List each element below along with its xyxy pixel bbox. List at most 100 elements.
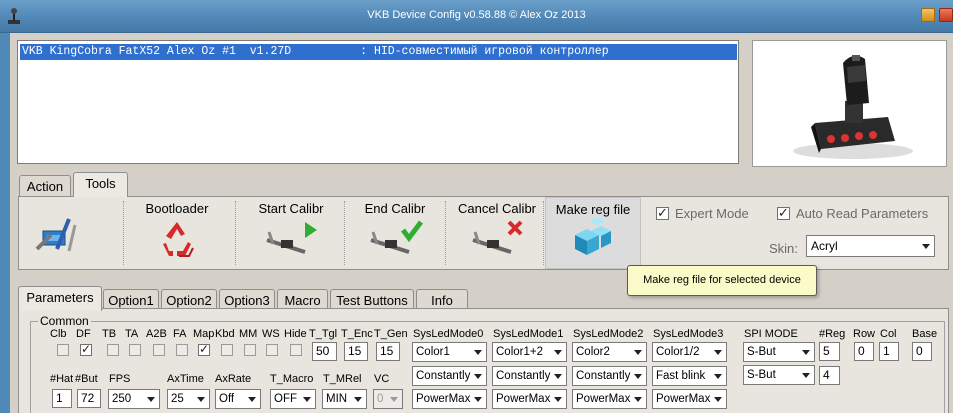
tab-tools[interactable]: Tools	[73, 172, 128, 197]
tab-action[interactable]: Action	[19, 175, 71, 197]
axtime-select[interactable]: 25	[167, 389, 210, 409]
t-macro-select[interactable]: OFF	[270, 389, 316, 409]
hdr-clb: Clb	[50, 328, 67, 340]
t-tgl-input[interactable]: 50	[312, 342, 337, 361]
but-input[interactable]: 72	[77, 389, 101, 408]
spi-mode-select-1[interactable]: S-But	[743, 342, 815, 362]
cancel-calibr-button[interactable]: Cancel Calibr	[443, 197, 551, 269]
chevron-down-icon	[474, 374, 482, 379]
skin-select[interactable]: Acryl	[806, 235, 935, 257]
sysledmode2-blink-select[interactable]: Constantly	[572, 366, 647, 386]
chevron-down-icon	[714, 397, 722, 402]
df-checkbox[interactable]	[80, 342, 92, 356]
end-calibr-button[interactable]: End Calibr	[347, 197, 443, 269]
t-gen-input[interactable]: 15	[376, 342, 400, 361]
expert-mode-label: Expert Mode	[675, 206, 749, 221]
device-image	[752, 40, 947, 167]
reg-input-1[interactable]: 5	[819, 342, 840, 361]
sysledmode1-blink-select[interactable]: Constantly	[492, 366, 567, 386]
joystick-image	[793, 55, 913, 159]
hdr-but: #But	[75, 373, 98, 385]
a2b-checkbox[interactable]	[153, 344, 165, 356]
chevron-down-icon	[248, 397, 256, 402]
expert-mode-checkbox[interactable]: Expert Mode	[656, 205, 749, 221]
sysledmode1-color-select[interactable]: Color1+2	[492, 342, 567, 362]
hdr-df: DF	[76, 328, 91, 340]
expert-mode-check[interactable]	[656, 205, 669, 221]
hdr-t-gen: T_Gen	[374, 328, 408, 340]
sysledmode2-power-select[interactable]: PowerMax	[572, 389, 647, 409]
mm-checkbox[interactable]	[244, 344, 256, 356]
hdr-col: Col	[880, 328, 897, 340]
hdr-base: Base	[912, 328, 938, 340]
sysledmode2-color-select[interactable]: Color2	[572, 342, 647, 362]
chevron-down-icon	[197, 397, 205, 402]
tools-icon-button[interactable]	[25, 197, 85, 269]
hdr-hat: #Hat	[50, 373, 74, 385]
chevron-down-icon	[474, 350, 482, 355]
bootloader-button[interactable]: Bootloader	[127, 197, 227, 269]
hdr-axtime: AxTime	[167, 373, 204, 385]
select-value: OFF	[274, 393, 297, 405]
sysledmode3-power-select[interactable]: PowerMax	[652, 389, 727, 409]
device-list-item[interactable]: VKB KingCobra FatX52 Alex Oz #1 v1.27D :…	[19, 43, 738, 61]
select-value: PowerMax	[496, 393, 551, 405]
sysledmode0-blink-select[interactable]: Constantly	[412, 366, 487, 386]
hdr-t-enc: T_Enc	[341, 328, 373, 340]
hdr-hide: Hide	[284, 328, 307, 340]
registry-cubes-icon	[575, 218, 611, 255]
t-mrel-select[interactable]: MIN	[322, 389, 367, 409]
hdr-map: Map	[193, 328, 215, 340]
tab-parameters[interactable]: Parameters	[18, 286, 102, 311]
sysledmode3-blink-select[interactable]: Fast blink	[652, 366, 727, 386]
ta-checkbox[interactable]	[129, 344, 141, 356]
hdr-mm: MM	[239, 328, 258, 340]
hdr-ta: TA	[125, 328, 139, 340]
close-button[interactable]	[939, 8, 953, 22]
hdr-t-tgl: T_Tgl	[309, 328, 338, 340]
base-input[interactable]: 0	[912, 342, 932, 361]
reg-input-2[interactable]: 4	[819, 366, 840, 385]
row-input[interactable]: 0	[854, 342, 874, 361]
sysledmode3-color-select[interactable]: Color1/2	[652, 342, 727, 362]
spi-mode-select-2[interactable]: S-But	[743, 365, 815, 385]
hide-checkbox[interactable]	[290, 344, 302, 356]
hdr-sysledmode1: SysLedMode1	[493, 328, 564, 340]
auto-read-check[interactable]	[777, 205, 790, 221]
t-enc-input[interactable]: 15	[344, 342, 368, 361]
select-value: Color1	[416, 346, 450, 358]
device-list[interactable]: VKB KingCobra FatX52 Alex Oz #1 v1.27D :…	[17, 40, 739, 164]
auto-read-checkbox[interactable]: Auto Read Parameters	[777, 205, 928, 221]
cancel-calibr-label: Cancel Calibr	[457, 201, 537, 216]
fa-checkbox[interactable]	[176, 344, 188, 356]
clb-checkbox[interactable]	[57, 344, 69, 356]
hdr-kbd: Kbd	[215, 328, 235, 340]
vc-select[interactable]: 0	[373, 389, 403, 409]
select-value: MIN	[326, 393, 348, 405]
chevron-down-icon	[634, 397, 642, 402]
axrate-select[interactable]: Off	[215, 389, 261, 409]
hdr-axrate: AxRate	[215, 373, 252, 385]
sysledmode0-power-select[interactable]: PowerMax	[412, 389, 487, 409]
caliper-cancel-icon	[472, 220, 523, 254]
fps-select[interactable]: 250	[108, 389, 160, 409]
chevron-down-icon	[802, 350, 810, 355]
ws-checkbox[interactable]	[266, 344, 278, 356]
make-reg-file-button[interactable]: Make reg file	[545, 197, 641, 269]
select-value: Constantly	[576, 370, 631, 382]
make-reg-file-label: Make reg file	[555, 202, 631, 217]
col-input[interactable]: 1	[879, 342, 899, 361]
hat-input[interactable]: 1	[52, 389, 72, 408]
sysledmode0-color-select[interactable]: Color1	[412, 342, 487, 362]
sysledmode1-power-select[interactable]: PowerMax	[492, 389, 567, 409]
chevron-down-icon	[634, 350, 642, 355]
hdr-sysledmode2: SysLedMode2	[573, 328, 644, 340]
chevron-down-icon	[922, 244, 930, 249]
minimize-button[interactable]	[921, 8, 935, 22]
select-value: Color2	[576, 346, 610, 358]
kbd-checkbox[interactable]	[221, 344, 233, 356]
tb-checkbox[interactable]	[107, 344, 119, 356]
map-checkbox[interactable]	[198, 342, 210, 356]
recycle-icon	[163, 222, 194, 257]
start-calibr-button[interactable]: Start Calibr	[243, 197, 339, 269]
